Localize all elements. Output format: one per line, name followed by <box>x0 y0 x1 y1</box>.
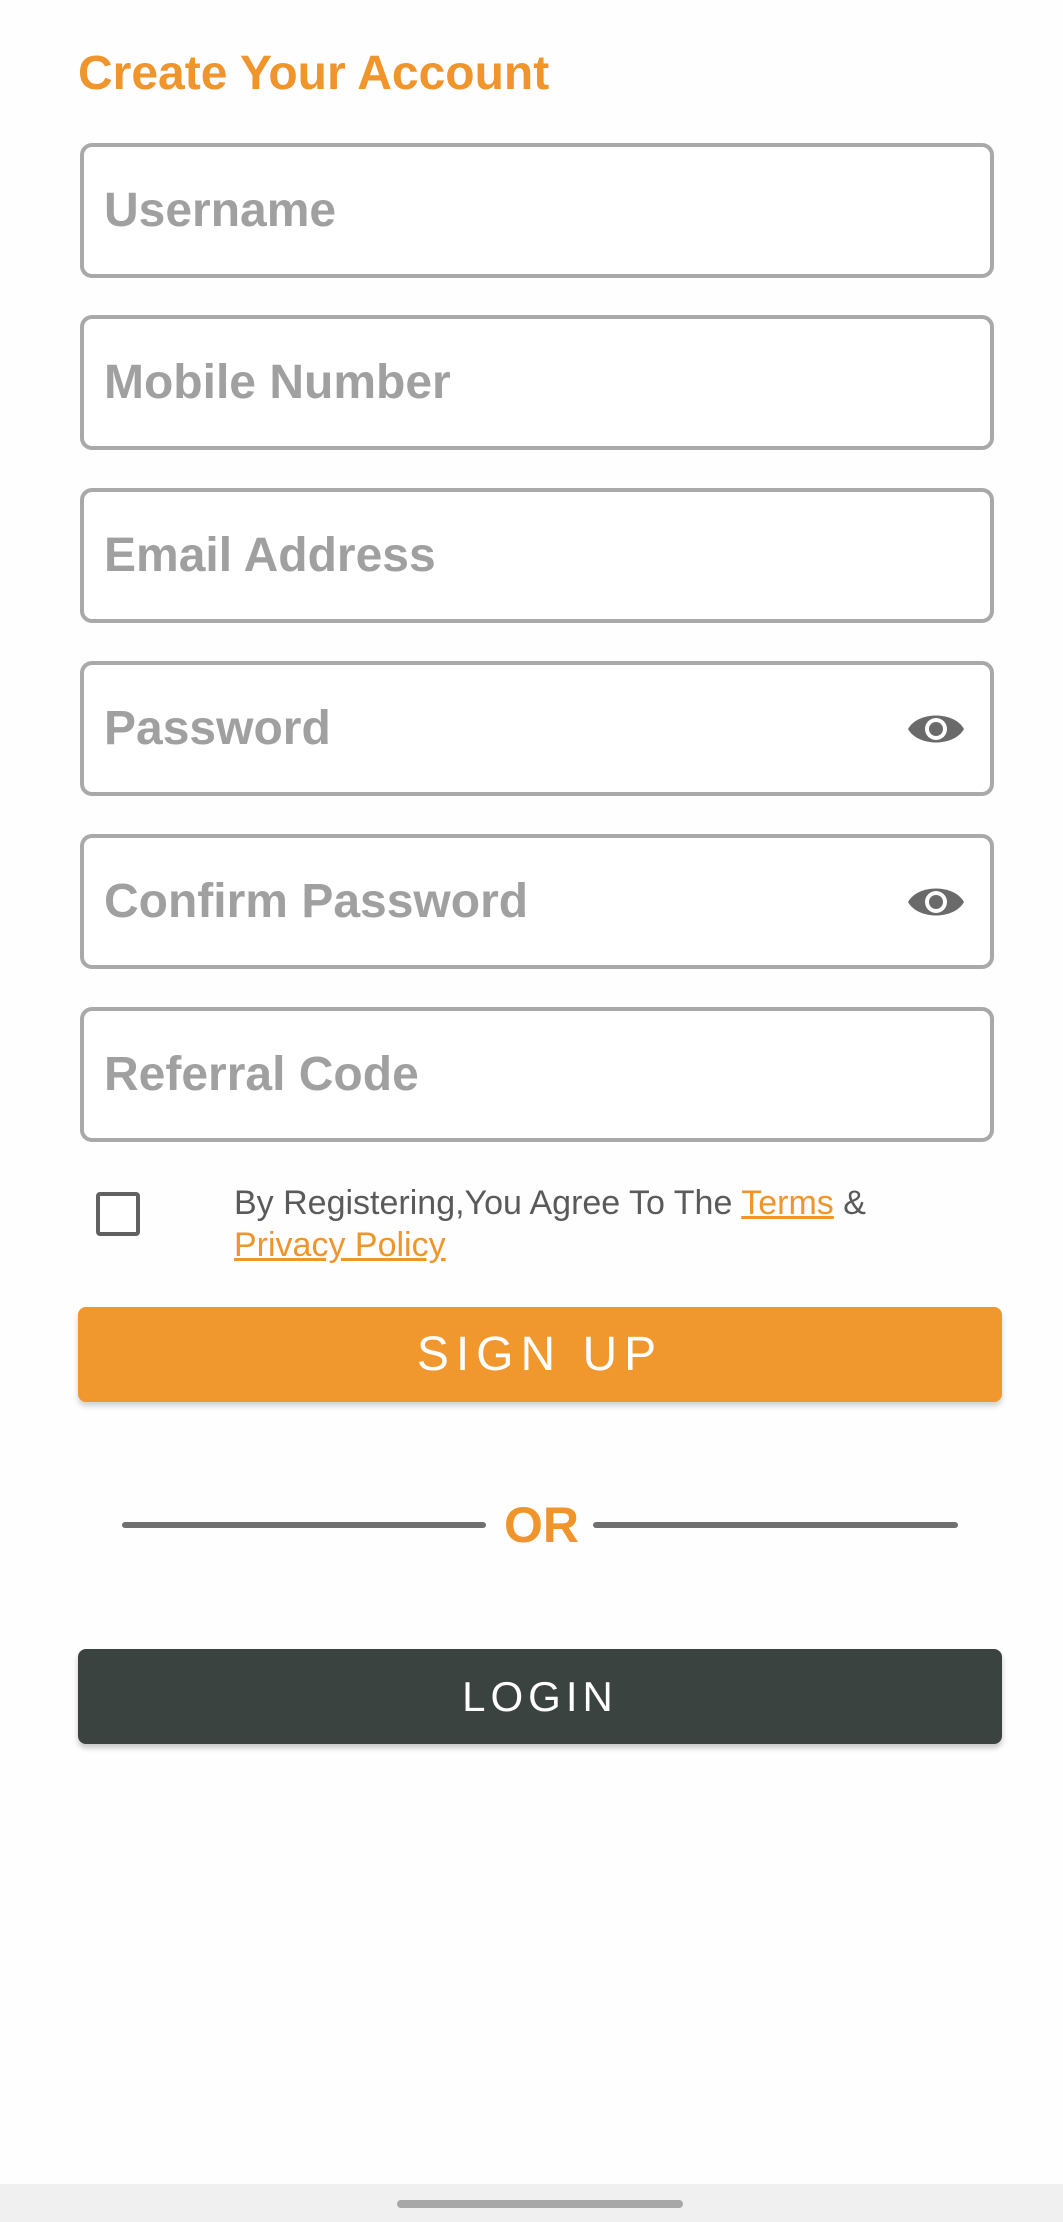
agreement-prefix-text: By Registering,You Agree To The <box>234 1184 742 1222</box>
terms-checkbox[interactable] <box>96 1192 140 1236</box>
terms-link[interactable]: Terms <box>741 1184 834 1222</box>
divider-line-right <box>593 1522 958 1528</box>
password-field[interactable] <box>80 661 994 796</box>
email-address-input[interactable] <box>104 492 924 619</box>
referral-code-field[interactable] <box>80 1007 994 1142</box>
username-field[interactable] <box>80 143 994 278</box>
home-gesture-handle[interactable] <box>397 2200 683 2208</box>
terms-agreement-text: By Registering,You Agree To The Terms & … <box>234 1182 974 1266</box>
confirm-password-field[interactable] <box>80 834 994 969</box>
login-button[interactable]: LOGIN <box>78 1649 1002 1744</box>
privacy-policy-link[interactable]: Privacy Policy <box>234 1226 446 1264</box>
terms-agreement-row: By Registering,You Agree To The Terms & … <box>78 1178 994 1268</box>
mobile-number-field[interactable] <box>80 315 994 450</box>
page-title: Create Your Account <box>78 47 550 100</box>
email-address-field[interactable] <box>80 488 994 623</box>
username-input[interactable] <box>104 147 924 274</box>
eye-icon[interactable] <box>906 878 966 926</box>
sign-up-button[interactable]: SIGN UP <box>78 1307 1002 1402</box>
referral-code-input[interactable] <box>104 1011 924 1138</box>
confirm-password-input[interactable] <box>104 838 924 965</box>
or-divider-label: OR <box>504 1497 579 1553</box>
system-navigation-bar <box>0 2184 1063 2222</box>
password-input[interactable] <box>104 665 924 792</box>
eye-icon[interactable] <box>906 705 966 753</box>
mobile-number-input[interactable] <box>104 319 924 446</box>
divider-line-left <box>122 1522 486 1528</box>
agreement-joiner-text: & <box>833 1184 866 1222</box>
